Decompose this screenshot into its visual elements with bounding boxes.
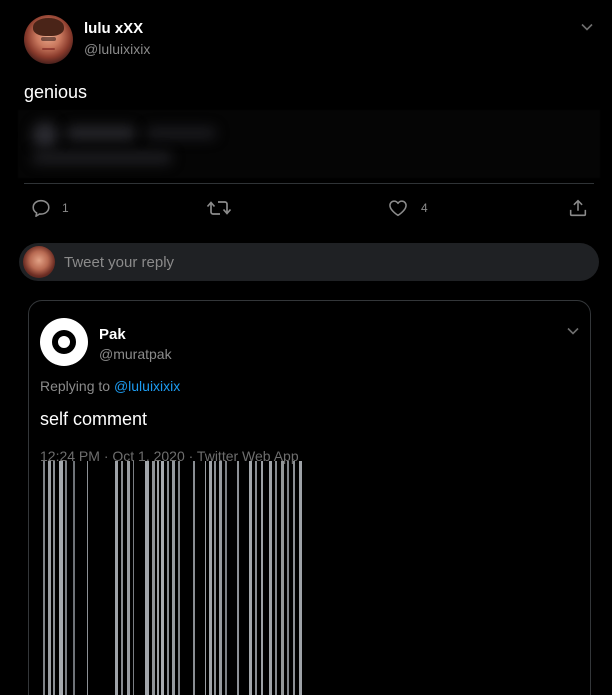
glitch-bar: [161, 461, 164, 695]
logo-icon: [52, 330, 76, 354]
replying-mention-link[interactable]: @luluixixix: [114, 378, 180, 394]
replying-to: Replying to @luluixixix: [40, 378, 180, 394]
quoted-author-handle[interactable]: @muratpak: [99, 346, 172, 362]
reply-input[interactable]: Tweet your reply: [19, 243, 599, 281]
blurred-embed-card[interactable]: [18, 110, 600, 178]
reply-avatar: [23, 246, 55, 278]
glitch-bar: [269, 461, 272, 695]
glitch-bar: [152, 461, 155, 695]
author-handle[interactable]: @luluixixix: [84, 41, 150, 57]
glitch-bar: [115, 461, 118, 695]
glitch-image[interactable]: [43, 461, 313, 695]
reply-action[interactable]: 1: [30, 196, 69, 220]
glitch-bar: [261, 461, 263, 695]
heart-icon: [387, 197, 409, 219]
chevron-down-icon[interactable]: [566, 324, 580, 338]
glitch-bar: [219, 461, 222, 695]
retweet-action[interactable]: [206, 196, 232, 220]
glitch-bar: [205, 461, 206, 695]
glitch-bar: [87, 461, 88, 695]
glitch-bar: [48, 461, 51, 695]
glitch-bar: [127, 461, 130, 695]
glitch-bar: [167, 461, 169, 695]
glitch-bar: [178, 461, 180, 695]
glitch-bar: [209, 461, 212, 695]
comment-icon: [30, 197, 52, 219]
like-action[interactable]: 4: [387, 196, 428, 220]
reply-placeholder[interactable]: Tweet your reply: [64, 254, 174, 271]
glitch-bar: [145, 461, 149, 695]
glitch-bar: [214, 461, 216, 695]
glitch-bar: [225, 461, 227, 695]
glitch-bar: [299, 461, 302, 695]
glitch-bar: [237, 461, 239, 695]
share-action[interactable]: [567, 196, 589, 220]
glitch-bar: [255, 461, 257, 695]
replying-prefix: Replying to: [40, 378, 114, 394]
glitch-bar: [53, 461, 55, 695]
divider: [24, 183, 594, 184]
glitch-bar: [172, 461, 175, 695]
author-name[interactable]: lulu xXX: [84, 20, 143, 37]
chevron-down-icon[interactable]: [580, 20, 594, 34]
glitch-bar: [287, 461, 289, 695]
quoted-tweet-card[interactable]: Pak @muratpak Replying to @luluixixix se…: [28, 300, 591, 695]
share-icon: [567, 197, 589, 219]
quoted-tweet-text: self comment: [40, 409, 148, 429]
glitch-bar: [59, 461, 63, 695]
glitch-bar: [43, 461, 45, 695]
glitch-bar: [73, 461, 75, 695]
author-avatar[interactable]: [24, 15, 73, 64]
glitch-bar: [193, 461, 195, 695]
quoted-author-name[interactable]: Pak: [99, 326, 126, 343]
glitch-bar: [133, 461, 134, 695]
glitch-bar: [293, 461, 295, 695]
reply-count: 1: [62, 201, 69, 215]
like-count: 4: [421, 201, 428, 215]
retweet-icon: [206, 197, 232, 219]
glitch-bar: [275, 461, 277, 695]
glitch-bar: [249, 461, 252, 695]
glitch-bar: [121, 461, 123, 695]
quoted-author-avatar[interactable]: [40, 318, 88, 366]
glitch-bar: [157, 461, 159, 695]
tweet-text: genious: [24, 82, 88, 102]
glitch-bar: [281, 461, 284, 695]
glitch-bar: [65, 461, 67, 695]
